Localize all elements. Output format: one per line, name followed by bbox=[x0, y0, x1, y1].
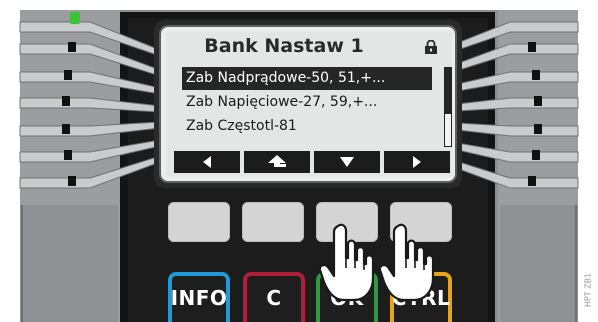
status-led bbox=[70, 12, 80, 24]
info-key[interactable]: INFO bbox=[168, 272, 230, 322]
lcd-screen: Bank Nastaw 1 Zab Nadprądowe-50, 51,+...… bbox=[174, 33, 452, 175]
softkey-right[interactable] bbox=[384, 151, 450, 173]
menu-item-frequency[interactable]: Zab Częstotl-81 bbox=[182, 115, 432, 138]
hardware-softkey-2[interactable] bbox=[242, 202, 304, 242]
menu-item-voltage[interactable]: Zab Napięciowe-27, 59,+... bbox=[182, 91, 432, 114]
hand-pointer-icon-2 bbox=[378, 223, 435, 302]
softkey-bar bbox=[174, 151, 454, 173]
arrow-left-icon bbox=[203, 156, 211, 168]
hardware-softkey-1[interactable] bbox=[168, 202, 230, 242]
menu-item-overcurrent[interactable]: Zab Nadprądowe-50, 51,+... bbox=[182, 67, 432, 90]
padlock-icon bbox=[425, 40, 437, 54]
softkey-up[interactable] bbox=[244, 151, 310, 173]
arrow-right-icon bbox=[413, 156, 421, 168]
scrollbar[interactable] bbox=[444, 67, 452, 147]
figure-watermark: HPT ZB1 bbox=[578, 258, 598, 322]
hand-pointer-icon bbox=[318, 223, 375, 302]
screen-title: Bank Nastaw 1 bbox=[204, 35, 364, 57]
menu-list: Zab Nadprądowe-50, 51,+... Zab Napięciow… bbox=[182, 67, 440, 139]
c-key[interactable]: C bbox=[243, 272, 305, 322]
scrollbar-thumb[interactable] bbox=[445, 68, 451, 114]
arrow-up-return-icon bbox=[268, 155, 286, 167]
softkey-left[interactable] bbox=[174, 151, 240, 173]
softkey-down[interactable] bbox=[314, 151, 380, 173]
arrow-down-icon bbox=[340, 157, 354, 167]
watermark-text: HPT ZB1 bbox=[583, 272, 593, 308]
device-front-panel: Bank Nastaw 1 Zab Nadprądowe-50, 51,+...… bbox=[0, 0, 598, 322]
